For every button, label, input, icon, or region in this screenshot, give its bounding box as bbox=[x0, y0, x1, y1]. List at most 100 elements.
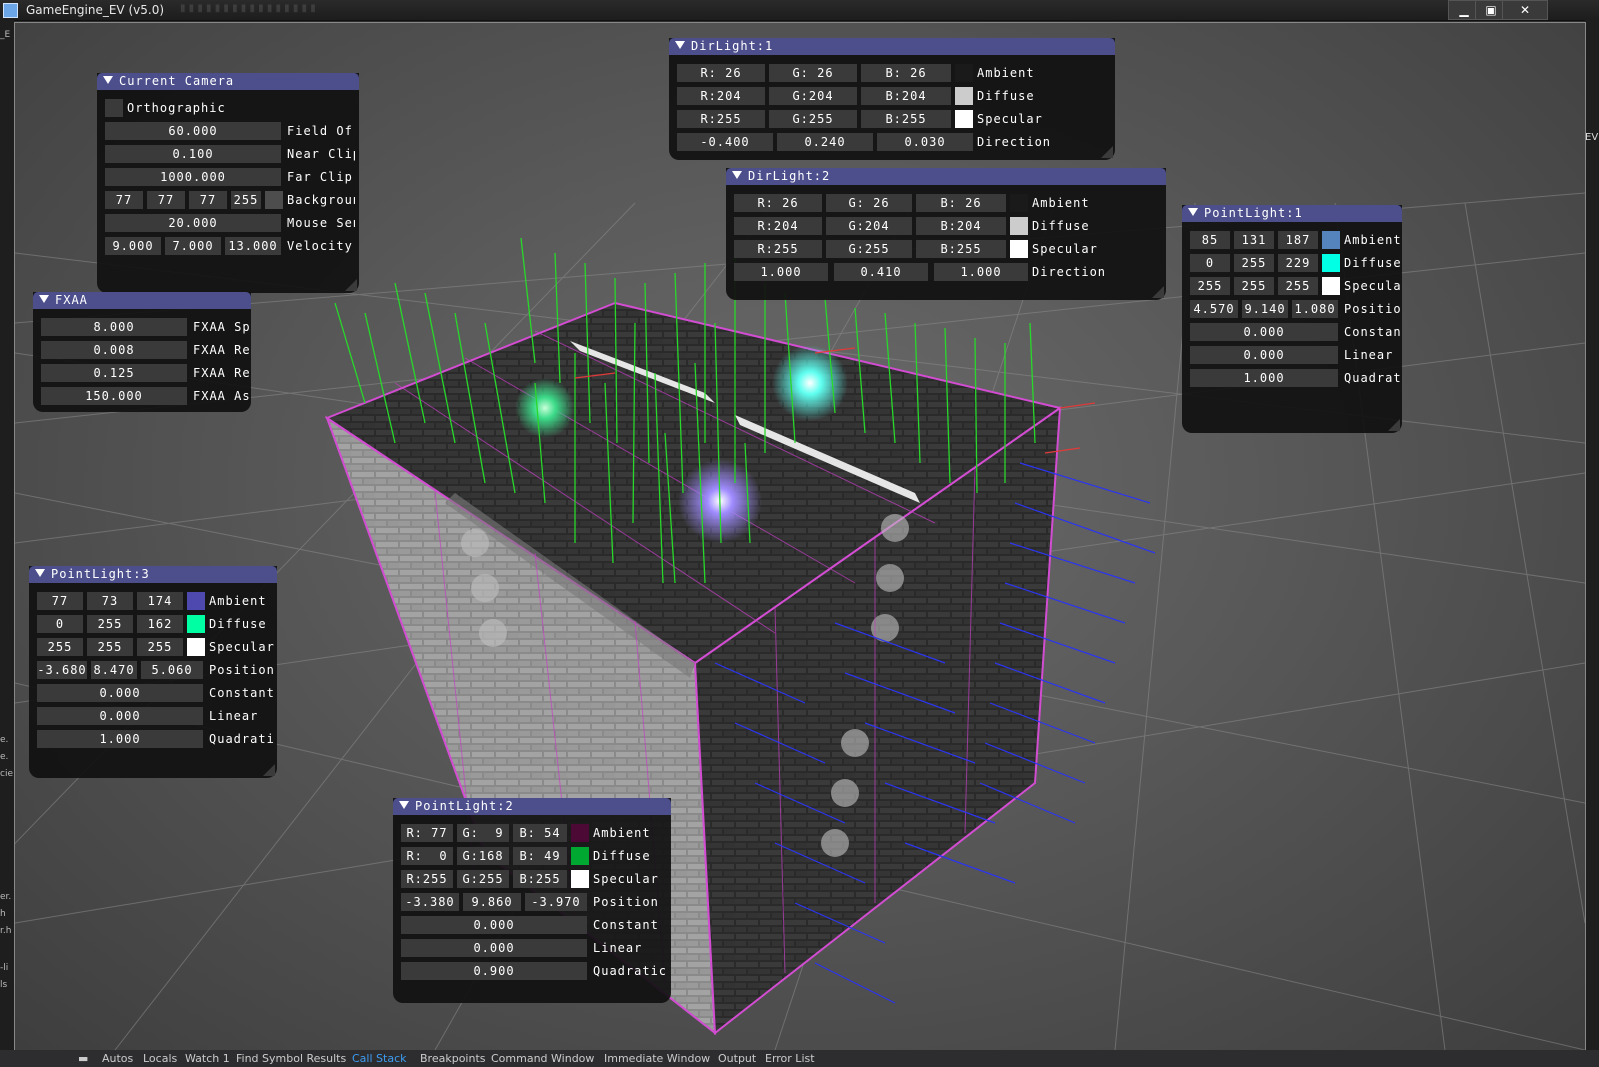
ambient-g-field[interactable]: G: 26 bbox=[769, 64, 857, 82]
specular-b-field[interactable]: B:255 bbox=[861, 110, 951, 128]
tab-autos[interactable]: Autos bbox=[102, 1052, 133, 1065]
ambient-b-field[interactable]: B: 54 bbox=[513, 824, 567, 842]
resize-grip[interactable] bbox=[1388, 419, 1400, 431]
position-z-field[interactable]: -3.970 bbox=[525, 893, 587, 911]
specular-g-field[interactable]: G:255 bbox=[826, 240, 912, 258]
specular-b-field[interactable]: 255 bbox=[1278, 277, 1318, 295]
diffuse-r-field[interactable]: R:204 bbox=[734, 217, 822, 235]
ambient-r-field[interactable]: 77 bbox=[37, 592, 83, 610]
ambient-color-swatch[interactable] bbox=[955, 64, 973, 82]
specular-r-field[interactable]: 255 bbox=[37, 638, 83, 656]
fov-field[interactable]: 60.000 bbox=[105, 122, 281, 140]
diffuse-color-swatch[interactable] bbox=[187, 615, 205, 633]
diffuse-color-swatch[interactable] bbox=[955, 87, 973, 105]
background-b-field[interactable]: 77 bbox=[189, 191, 227, 209]
collapse-triangle-icon[interactable] bbox=[39, 295, 49, 303]
pointlight-2-header[interactable]: PointLight:2 bbox=[393, 798, 671, 815]
dirlight-1-header[interactable]: DirLight:1 bbox=[669, 38, 1115, 55]
diffuse-b-field[interactable]: 162 bbox=[137, 615, 183, 633]
close-button[interactable]: ✕ bbox=[1502, 0, 1548, 20]
resize-grip[interactable] bbox=[1101, 146, 1113, 158]
linear-field[interactable]: 0.000 bbox=[1190, 346, 1338, 364]
specular-b-field[interactable]: 255 bbox=[137, 638, 183, 656]
current-camera-panel[interactable]: Current Camera Orthographic 60.000 Field… bbox=[97, 73, 359, 293]
collapse-triangle-icon[interactable] bbox=[399, 801, 409, 809]
specular-r-field[interactable]: R:255 bbox=[401, 870, 453, 888]
pointlight-1-panel[interactable]: PointLight:1 85 131 187 Ambient 0 255 22… bbox=[1182, 205, 1402, 433]
direction-y-field[interactable]: 0.240 bbox=[777, 133, 873, 151]
constant-field[interactable]: 0.000 bbox=[37, 684, 203, 702]
resize-grip[interactable] bbox=[1152, 286, 1164, 298]
ambient-color-swatch[interactable] bbox=[187, 592, 205, 610]
diffuse-color-swatch[interactable] bbox=[1010, 217, 1028, 235]
diffuse-r-field[interactable]: R:204 bbox=[677, 87, 765, 105]
diffuse-r-field[interactable]: R: 0 bbox=[401, 847, 453, 865]
direction-x-field[interactable]: -0.400 bbox=[677, 133, 773, 151]
pointlight-1-header[interactable]: PointLight:1 bbox=[1182, 205, 1402, 222]
background-r-field[interactable]: 77 bbox=[105, 191, 143, 209]
collapse-icon[interactable]: ▬ bbox=[78, 1052, 88, 1065]
specular-color-swatch[interactable] bbox=[1322, 277, 1340, 295]
direction-z-field[interactable]: 0.030 bbox=[877, 133, 973, 151]
position-x-field[interactable]: 4.570 bbox=[1190, 300, 1238, 318]
resize-grip[interactable] bbox=[263, 764, 275, 776]
ambient-g-field[interactable]: G: 9 bbox=[457, 824, 509, 842]
diffuse-r-field[interactable]: 0 bbox=[37, 615, 83, 633]
current-camera-header[interactable]: Current Camera bbox=[97, 73, 359, 90]
specular-color-swatch[interactable] bbox=[571, 870, 589, 888]
diffuse-b-field[interactable]: B:204 bbox=[861, 87, 951, 105]
render-viewport[interactable]: Current Camera Orthographic 60.000 Field… bbox=[14, 22, 1586, 1051]
velocity-z-field[interactable]: 13.000 bbox=[225, 237, 281, 255]
tab-immediate-window[interactable]: Immediate Window bbox=[604, 1052, 710, 1065]
position-y-field[interactable]: 9.140 bbox=[1242, 300, 1288, 318]
fxaa-header[interactable]: FXAA bbox=[33, 292, 251, 309]
diffuse-color-swatch[interactable] bbox=[1322, 254, 1340, 272]
direction-x-field[interactable]: 1.000 bbox=[734, 263, 828, 281]
tab-output[interactable]: Output bbox=[718, 1052, 756, 1065]
ambient-b-field[interactable]: B: 26 bbox=[916, 194, 1006, 212]
position-x-field[interactable]: -3.680 bbox=[37, 661, 87, 679]
ambient-b-field[interactable]: 187 bbox=[1278, 231, 1318, 249]
pointlight-2-panel[interactable]: PointLight:2 R: 77 G: 9 B: 54 Ambient R:… bbox=[393, 798, 671, 1003]
background-a-field[interactable]: 255 bbox=[231, 191, 261, 209]
constant-field[interactable]: 0.000 bbox=[1190, 323, 1338, 341]
ambient-color-swatch[interactable] bbox=[1010, 194, 1028, 212]
diffuse-g-field[interactable]: 255 bbox=[1234, 254, 1274, 272]
dirlight-2-header[interactable]: DirLight:2 bbox=[726, 168, 1166, 185]
quadratic-field[interactable]: 0.900 bbox=[401, 962, 587, 980]
resize-grip[interactable] bbox=[345, 279, 357, 291]
tab-watch-1[interactable]: Watch 1 bbox=[185, 1052, 230, 1065]
position-y-field[interactable]: 9.860 bbox=[463, 893, 521, 911]
orthographic-checkbox[interactable] bbox=[105, 99, 123, 117]
fxaa-panel[interactable]: FXAA 8.000 FXAA Sp 0.008 FXAA Re 0.125 F… bbox=[33, 292, 251, 412]
ambient-r-field[interactable]: R: 26 bbox=[734, 194, 822, 212]
ambient-r-field[interactable]: R: 77 bbox=[401, 824, 453, 842]
fxaa-aspect-field[interactable]: 150.000 bbox=[41, 387, 187, 405]
diffuse-color-swatch[interactable] bbox=[571, 847, 589, 865]
collapse-triangle-icon[interactable] bbox=[1188, 208, 1198, 216]
specular-g-field[interactable]: G:255 bbox=[457, 870, 509, 888]
tab-call-stack[interactable]: Call Stack bbox=[352, 1052, 406, 1065]
ambient-g-field[interactable]: G: 26 bbox=[826, 194, 912, 212]
ambient-r-field[interactable]: 85 bbox=[1190, 231, 1230, 249]
specular-r-field[interactable]: 255 bbox=[1190, 277, 1230, 295]
specular-g-field[interactable]: G:255 bbox=[769, 110, 857, 128]
background-color-swatch[interactable] bbox=[265, 191, 283, 209]
tab-find-symbol-results[interactable]: Find Symbol Results bbox=[236, 1052, 346, 1065]
mouse-sensitivity-field[interactable]: 20.000 bbox=[105, 214, 281, 232]
near-clip-field[interactable]: 0.100 bbox=[105, 145, 281, 163]
tab-command-window[interactable]: Command Window bbox=[491, 1052, 594, 1065]
direction-y-field[interactable]: 0.410 bbox=[834, 263, 928, 281]
tab-locals[interactable]: Locals bbox=[143, 1052, 177, 1065]
specular-g-field[interactable]: 255 bbox=[87, 638, 133, 656]
dirlight-2-panel[interactable]: DirLight:2 R: 26 G: 26 B: 26 Ambient R:2… bbox=[726, 168, 1166, 300]
pointlight-3-panel[interactable]: PointLight:3 77 73 174 Ambient 0 255 162… bbox=[29, 566, 277, 778]
specular-color-swatch[interactable] bbox=[955, 110, 973, 128]
fxaa-span-field[interactable]: 8.000 bbox=[41, 318, 187, 336]
fxaa-reduce-min-field[interactable]: 0.008 bbox=[41, 341, 187, 359]
far-clip-field[interactable]: 1000.000 bbox=[105, 168, 281, 186]
position-z-field[interactable]: 5.060 bbox=[141, 661, 203, 679]
pointlight-3-header[interactable]: PointLight:3 bbox=[29, 566, 277, 583]
specular-color-swatch[interactable] bbox=[1010, 240, 1028, 258]
position-y-field[interactable]: 8.470 bbox=[91, 661, 137, 679]
